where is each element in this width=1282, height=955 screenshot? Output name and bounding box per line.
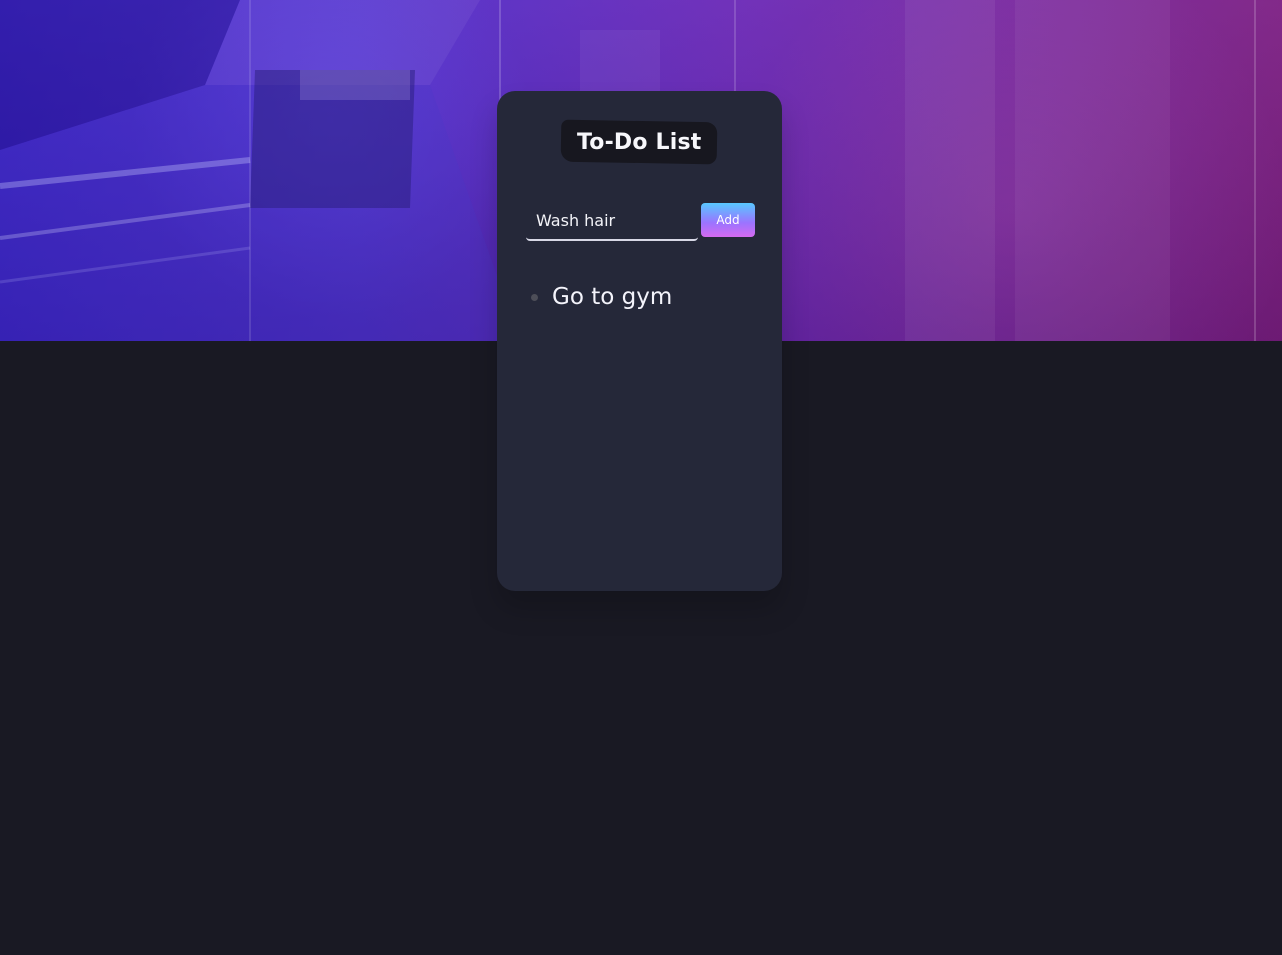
todo-list: Go to gym — [531, 284, 672, 310]
todo-input[interactable] — [526, 201, 698, 241]
list-item[interactable]: Go to gym — [531, 284, 672, 310]
bullet-icon — [531, 293, 538, 301]
add-button[interactable]: Add — [701, 203, 755, 237]
page-title: To-Do List — [576, 129, 702, 155]
title-badge: To-Do List — [560, 119, 718, 165]
todo-card: To-Do List Add Go to gym — [497, 91, 782, 591]
todo-item-label: Go to gym — [552, 284, 673, 310]
